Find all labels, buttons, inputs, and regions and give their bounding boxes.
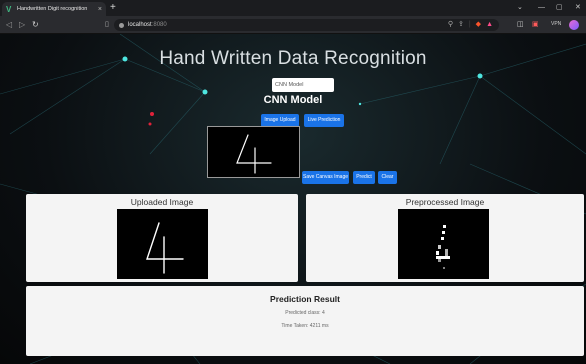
maximize-icon[interactable]: ▢: [556, 2, 563, 14]
vpn-button[interactable]: VPN: [551, 21, 561, 27]
url-host: localhost: [128, 22, 152, 28]
prediction-result-title: Prediction Result: [270, 294, 340, 304]
page-title: Hand Written Data Recognition: [159, 48, 427, 69]
predicted-class-text: Predicted class: 4: [285, 310, 325, 316]
preprocessed-digit-drawing: [436, 225, 450, 269]
site-info-icon[interactable]: [119, 22, 124, 28]
page-content: Hand Written Data Recognition CNN Model …: [0, 34, 586, 364]
zoom-icon[interactable]: ⚲: [448, 20, 453, 30]
share-icon[interactable]: ⇪: [458, 20, 464, 30]
back-icon[interactable]: ◁: [6, 19, 12, 31]
save-canvas-button[interactable]: Save Canvas Image: [302, 171, 349, 184]
tab-title: Handwritten Digit recognition: [17, 6, 88, 12]
browser-tab-bar: V Handwritten Digit recognition × + ⌄ — …: [0, 0, 586, 16]
model-heading: CNN Model: [263, 94, 323, 106]
address-bar[interactable]: localhost :8080 ⚲ ⇪ | ◆ ▲: [114, 19, 499, 31]
close-window-icon[interactable]: ✕: [575, 2, 581, 14]
profile-avatar[interactable]: [569, 20, 579, 30]
preprocessed-image: [398, 209, 489, 279]
browser-tab[interactable]: V Handwritten Digit recognition ×: [2, 2, 106, 16]
prediction-result-card: Prediction Result Predicted class: 4 Tim…: [26, 286, 584, 356]
canvas-digit-drawing: [236, 134, 272, 174]
uploaded-image-title: Uploaded Image: [130, 197, 194, 207]
tab-close-icon[interactable]: ×: [98, 6, 102, 13]
reload-icon[interactable]: ↻: [32, 19, 39, 31]
uploaded-image-card: Uploaded Image: [26, 194, 298, 282]
uploaded-image: [117, 209, 208, 279]
sidebar-icon[interactable]: ◫: [517, 20, 524, 30]
tab-list-chevron-icon[interactable]: ⌄: [517, 2, 523, 14]
live-prediction-button[interactable]: Live Prediction: [304, 114, 344, 127]
new-tab-button[interactable]: +: [110, 2, 116, 14]
brave-rewards-icon[interactable]: ▲: [486, 20, 493, 30]
drawing-canvas[interactable]: [207, 126, 300, 178]
forward-icon[interactable]: ▷: [19, 19, 25, 31]
vue-logo-icon: V: [6, 4, 12, 14]
url-port: :8080: [151, 22, 167, 28]
divider: |: [468, 21, 471, 28]
wallet-icon[interactable]: ▣: [532, 20, 539, 30]
preprocessed-image-title: Preprocessed Image: [405, 197, 485, 207]
model-select[interactable]: CNN Model: [272, 78, 334, 92]
uploaded-digit-drawing: [146, 222, 184, 274]
clear-button[interactable]: Clear: [378, 171, 397, 184]
minimize-icon[interactable]: —: [538, 2, 545, 14]
bookmark-icon[interactable]: ▯: [105, 19, 109, 31]
time-taken-text: Time Taken: 4211 ms: [281, 323, 329, 329]
brave-shield-icon[interactable]: ◆: [476, 20, 481, 30]
browser-toolbar: ◁ ▷ ↻ ▯ localhost :8080 ⚲ ⇪ | ◆ ▲ ◫ ▣ VP…: [0, 16, 586, 34]
predict-button[interactable]: Predict: [353, 171, 375, 184]
preprocessed-image-card: Preprocessed Image: [306, 194, 584, 282]
